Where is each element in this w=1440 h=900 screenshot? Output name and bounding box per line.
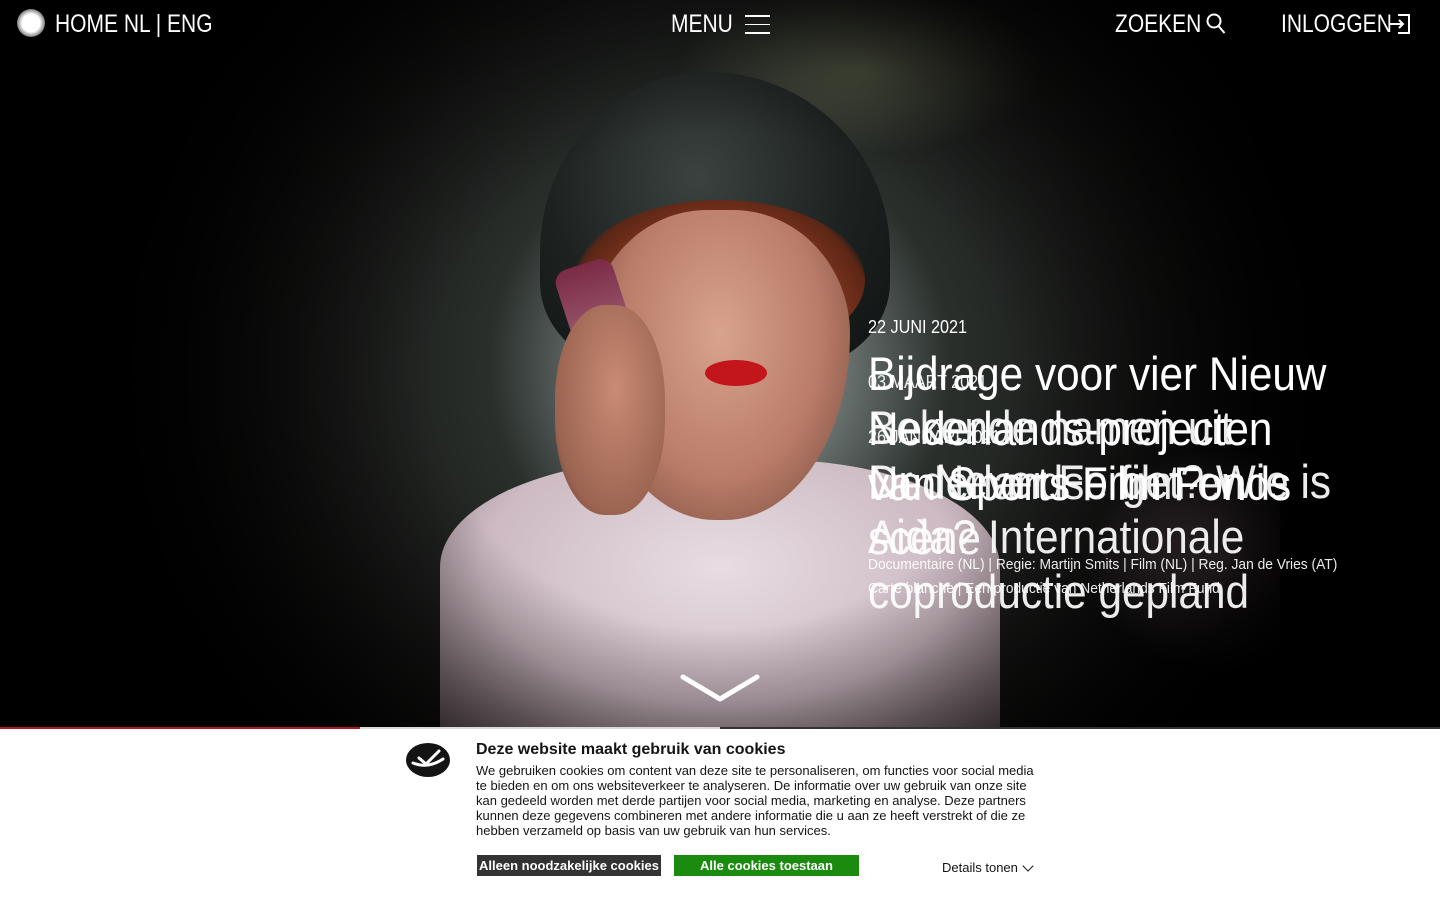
only-necessary-cookies-button[interactable]: Alleen noodzakelijke cookies	[477, 855, 661, 876]
lang-separator: |	[155, 10, 162, 38]
search-button[interactable]: ZOEKEN	[1115, 10, 1201, 38]
home-link[interactable]: HOME	[55, 10, 118, 38]
login-icon[interactable]	[1388, 13, 1412, 35]
menu-button[interactable]: MENU	[671, 10, 733, 38]
lang-nl-link[interactable]: NL	[124, 10, 150, 38]
cookie-title: Deze website maakt gebruik van cookies	[476, 741, 786, 758]
details-label: Details tonen	[942, 860, 1018, 875]
login-button[interactable]: INLOGGEN	[1281, 10, 1392, 38]
slide-date: 03 MAART 2021	[868, 372, 988, 392]
cookie-logo-icon	[406, 743, 450, 777]
chevron-down-icon	[1022, 860, 1034, 872]
chevron-down-icon[interactable]	[680, 672, 760, 704]
slide-date: 22 JUNI 2021	[868, 317, 968, 337]
cookie-body: We gebruiken cookies om content van deze…	[476, 763, 1034, 838]
home-language-links: HOME NL | ENG	[55, 10, 213, 38]
logo-dot-icon[interactable]	[17, 9, 45, 37]
allow-all-cookies-button[interactable]: Alle cookies toestaan	[674, 855, 859, 876]
slide-date: 26 JANUARI 2021	[868, 427, 1001, 447]
search-icon[interactable]	[1206, 13, 1226, 35]
slide-subtitle: Carte blanche | Een productie van Nether…	[868, 580, 1220, 597]
details-toggle[interactable]: Details tonen	[942, 860, 1034, 876]
lang-eng-link[interactable]: ENG	[167, 10, 213, 38]
hamburger-icon[interactable]	[745, 15, 770, 35]
top-navigation: HOME NL | ENG MENU ZOEKEN INLOGGEN	[0, 0, 1440, 50]
